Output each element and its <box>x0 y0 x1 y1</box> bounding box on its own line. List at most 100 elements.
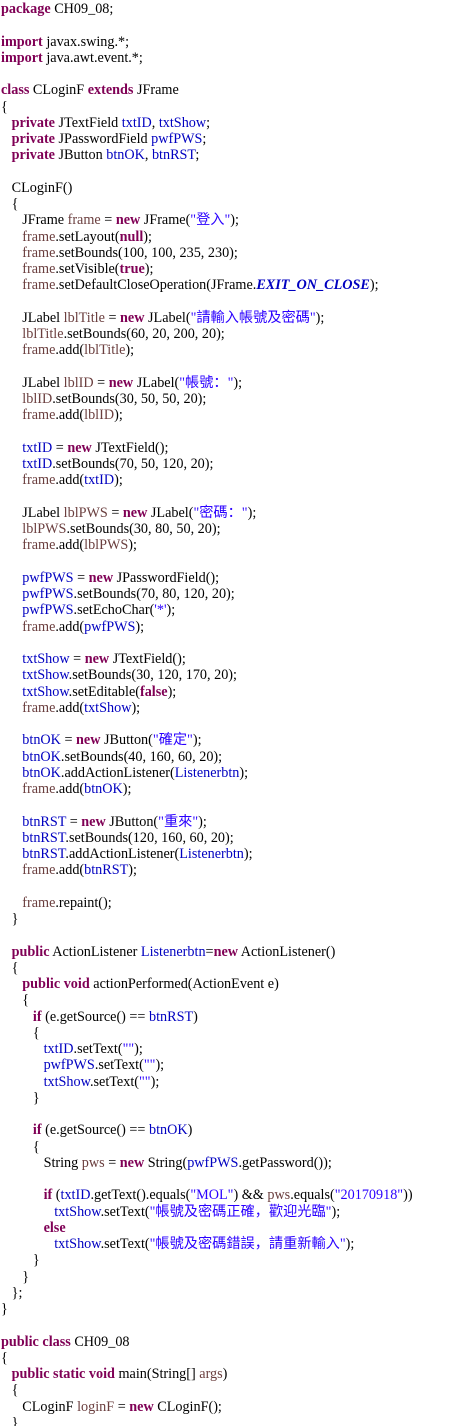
code-text: ); <box>125 342 135 359</box>
field-ref: txtShow <box>54 1236 101 1252</box>
code-text: , <box>151 114 159 131</box>
string-literal: '*' <box>154 602 167 619</box>
code-text: .setLayout( <box>55 228 120 245</box>
code-line: } <box>1 1301 471 1317</box>
keyword: new <box>67 439 92 456</box>
code-text: CLoginF(); <box>153 1398 222 1415</box>
code-text: String <box>1 1154 82 1171</box>
code-text: = <box>104 1154 120 1171</box>
field-ref: txtID <box>43 1041 74 1057</box>
keyword: import <box>1 33 43 50</box>
string-literal: "請輸入帳號及密碼" <box>190 309 316 326</box>
code-line: }; <box>1 1285 471 1301</box>
code-line: private JTextField txtID, txtShow; <box>1 115 471 131</box>
code-line: lblTitle.setBounds(60, 20, 200, 20); <box>1 326 471 342</box>
code-line: frame.add(lblTitle); <box>1 342 471 358</box>
local-variable: frame <box>22 407 56 424</box>
code-line: JLabel lblID = new JLabel("帳號："); <box>1 375 471 391</box>
code-line: txtID.setText(""); <box>1 1041 471 1057</box>
keyword: public <box>11 943 50 960</box>
code-text: } <box>1 1301 8 1317</box>
field-ref: btnOK <box>148 1122 188 1139</box>
code-text: ); <box>135 618 145 635</box>
code-text: } <box>1 1414 19 1426</box>
code-text: ); <box>144 261 154 277</box>
code-line: else <box>1 1220 471 1236</box>
code-text: (e.getSource() == <box>41 1122 149 1139</box>
code-text: JLabel( <box>133 374 180 391</box>
code-text: .setVisible( <box>55 261 120 277</box>
code-text: .add( <box>55 618 85 635</box>
code-line: txtID.setBounds(70, 50, 120, 20); <box>1 456 471 472</box>
code-text: { <box>1 196 19 212</box>
code-line: } <box>1 1415 471 1426</box>
code-line: { <box>1 960 471 976</box>
local-variable: pws <box>81 1154 105 1171</box>
code-text: ); <box>131 699 141 716</box>
code-editor[interactable]: package CH09_08; import javax.swing.*; im… <box>0 0 471 1426</box>
code-text: JFrame <box>1 212 68 229</box>
code-text: .setBounds(120, 160, 60, 20); <box>65 829 234 846</box>
code-line: if (e.getSource() == btnOK) <box>1 1122 471 1138</box>
local-variable: lblTitle <box>63 309 105 326</box>
code-text: = <box>100 212 116 229</box>
code-text: { <box>1 959 19 976</box>
code-text: ); <box>167 683 177 700</box>
static-field-ref: EXIT_ON_CLOSE <box>256 277 370 294</box>
code-text: .setText( <box>100 1203 150 1220</box>
code-text: javax.swing.*; <box>42 33 130 50</box>
local-variable: args <box>199 1366 223 1382</box>
code-line: } <box>1 911 471 927</box>
string-literal: "重來" <box>158 813 199 830</box>
keyword: void <box>88 1366 115 1382</box>
code-text: .add( <box>55 407 85 424</box>
field-ref: pwfPWS <box>22 602 74 619</box>
local-variable: lblID <box>63 374 94 391</box>
code-text: .setText( <box>89 1073 139 1090</box>
local-variable: frame <box>22 699 56 716</box>
code-text: JFrame <box>133 82 179 99</box>
code-text: JLabel( <box>144 309 191 326</box>
code-line: public class CH09_08 <box>1 1334 471 1350</box>
code-text: = <box>205 943 214 960</box>
code-line: public static void main(String[] args) <box>1 1366 471 1382</box>
code-text: ); <box>247 504 257 521</box>
code-line: txtShow.setText("帳號及密碼錯誤，請重新輸入"); <box>1 1236 471 1252</box>
code-text: ); <box>331 1203 341 1220</box>
code-text: .addActionListener( <box>60 764 175 781</box>
string-literal: "登入" <box>190 212 231 229</box>
code-line: btnRST.setBounds(120, 160, 60, 20); <box>1 830 471 846</box>
field-ref: Listenerbtn <box>174 764 240 781</box>
keyword: new <box>81 813 106 830</box>
local-variable: frame <box>22 277 56 294</box>
keyword: private <box>11 114 55 131</box>
code-line: frame.add(pwfPWS); <box>1 619 471 635</box>
field-ref: pwfPWS <box>151 131 203 147</box>
code-text: { <box>1 992 30 1009</box>
code-line: CLoginF loginF = new CLoginF(); <box>1 1399 471 1415</box>
code-line: frame.add(lblID); <box>1 407 471 423</box>
field-ref: txtShow <box>54 1203 101 1220</box>
code-text: .setBounds(70, 50, 120, 20); <box>52 456 214 472</box>
code-line: frame.repaint(); <box>1 895 471 911</box>
local-variable: lblPWS <box>63 504 108 521</box>
source-code[interactable]: package CH09_08; import javax.swing.*; im… <box>0 0 471 1426</box>
